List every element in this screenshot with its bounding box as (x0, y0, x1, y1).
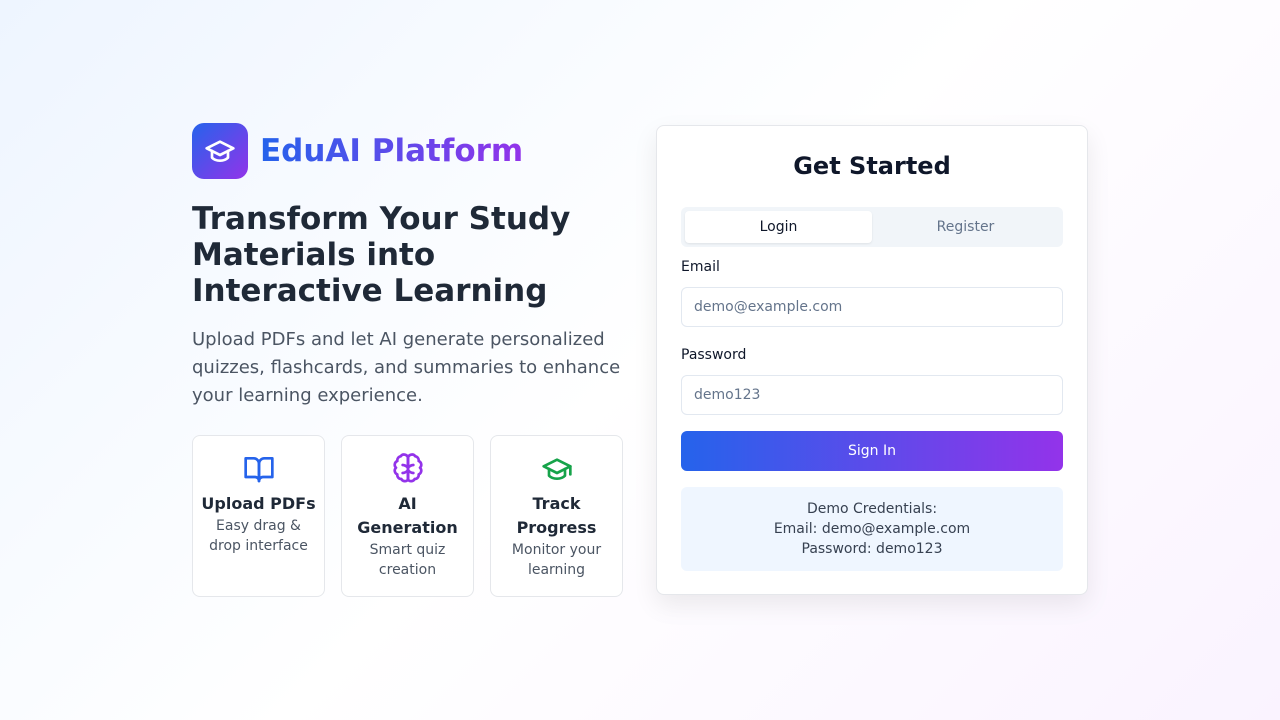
auth-card: Get Started Login Register Email Passwor… (656, 125, 1088, 595)
graduation-cap-icon (192, 123, 248, 179)
password-label: Password (681, 347, 747, 363)
feature-card-progress: Track Progress Monitor your learning (490, 435, 623, 597)
brain-icon (342, 452, 473, 486)
tab-login[interactable]: Login (685, 211, 872, 243)
email-label: Email (681, 259, 720, 275)
graduation-cap-icon (491, 452, 622, 486)
auth-title: Get Started (793, 152, 951, 180)
demo-credentials: Demo Credentials: Email: demo@example.co… (681, 487, 1063, 571)
auth-tabs: Login Register (681, 207, 1063, 247)
hero-section: EduAI Platform Transform Your Study Mate… (192, 123, 632, 597)
hero-subtitle: Upload PDFs and let AI generate personal… (192, 329, 621, 406)
hero-headline: Transform Your Study Materials into Inte… (192, 201, 571, 309)
email-input[interactable] (681, 287, 1063, 327)
feature-desc: Monitor your learning (511, 542, 602, 578)
tab-register[interactable]: Register (872, 211, 1059, 243)
feature-desc: Easy drag & drop interface (209, 518, 308, 554)
password-input[interactable] (681, 375, 1063, 415)
feature-desc: Smart quiz creation (369, 542, 446, 578)
feature-cards: Upload PDFs Easy drag & drop interface A… (192, 435, 623, 597)
brand: EduAI Platform (192, 123, 632, 179)
brand-name: EduAI Platform (260, 133, 524, 169)
demo-password: Password: demo123 (801, 541, 943, 557)
feature-title: AI Generation (357, 494, 458, 537)
book-open-icon (193, 452, 324, 486)
sign-in-button[interactable]: Sign In (681, 431, 1063, 471)
demo-heading: Demo Credentials: (806, 501, 938, 517)
feature-card-ai: AI Generation Smart quiz creation (341, 435, 474, 597)
feature-card-upload: Upload PDFs Easy drag & drop interface (192, 435, 325, 597)
feature-title: Upload PDFs (201, 494, 316, 513)
feature-title: Track Progress (516, 494, 597, 537)
demo-email: Email: demo@example.com (773, 521, 971, 537)
